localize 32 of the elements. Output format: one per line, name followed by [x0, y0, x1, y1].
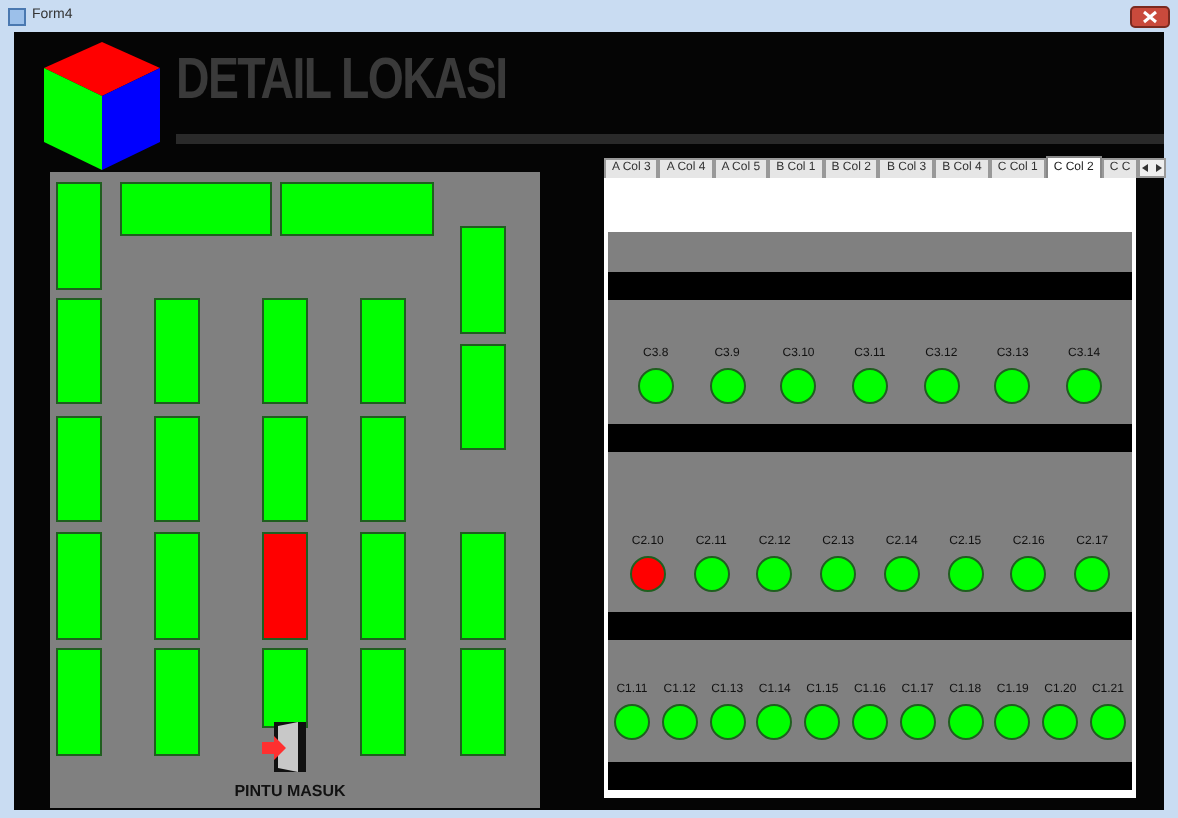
storage-rack[interactable] — [262, 648, 308, 728]
slot-indicator[interactable] — [661, 704, 698, 740]
door-arrow-icon — [262, 720, 308, 774]
slot-indicator[interactable] — [1066, 368, 1103, 404]
slot-indicator[interactable] — [899, 704, 936, 740]
slot-indicator[interactable] — [780, 368, 817, 404]
slot-indicator[interactable] — [709, 704, 746, 740]
slot-indicator[interactable] — [994, 368, 1031, 404]
slot-indicator[interactable] — [923, 368, 960, 404]
slot-indicator[interactable] — [637, 368, 674, 404]
slot-indicator[interactable] — [883, 556, 920, 592]
cube-logo-icon — [44, 42, 160, 170]
tab-scroll-arrows-icon[interactable] — [1138, 158, 1167, 178]
door-label: PINTU MASUK — [232, 780, 348, 804]
slot-indicator[interactable] — [1042, 704, 1079, 740]
slot-indicator[interactable] — [756, 704, 793, 740]
close-icon[interactable] — [1130, 5, 1170, 27]
slot-indicator[interactable] — [1089, 704, 1126, 740]
slot-indicator[interactable] — [614, 704, 650, 740]
slot-indicator[interactable] — [804, 704, 841, 740]
slot-indicator[interactable] — [820, 556, 857, 592]
slot-indicator[interactable] — [1074, 556, 1111, 592]
slot-indicator[interactable] — [851, 368, 888, 404]
slot-indicator[interactable] — [709, 368, 746, 404]
slot-indicator[interactable] — [851, 704, 888, 740]
slot-indicator[interactable] — [947, 704, 984, 740]
app-icon — [8, 7, 26, 25]
slot-indicator[interactable] — [693, 556, 730, 592]
slot-indicator[interactable] — [947, 556, 984, 592]
slot-indicator[interactable] — [1010, 556, 1047, 592]
slot-indicator[interactable] — [756, 556, 793, 592]
slot-indicator[interactable] — [994, 704, 1031, 740]
